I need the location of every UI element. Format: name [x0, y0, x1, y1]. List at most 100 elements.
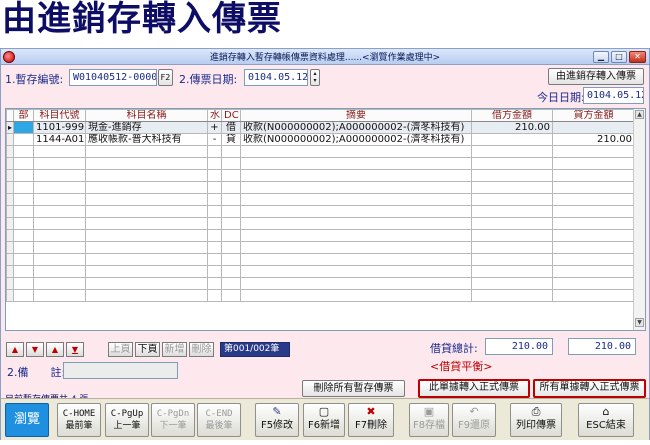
close-button[interactable]: ✕	[629, 51, 646, 63]
cell-account-code[interactable]	[33, 253, 86, 266]
empty-table-row[interactable]	[6, 265, 635, 278]
empty-table-row[interactable]	[6, 277, 635, 290]
cell-debit[interactable]: 210.00	[471, 121, 553, 134]
date-spinner-icon[interactable]: ▴ ▾	[310, 69, 320, 86]
f5-edit-button[interactable]: ✎ F5修改	[255, 403, 299, 437]
cell-debit[interactable]	[471, 181, 553, 194]
cell-dept[interactable]	[13, 265, 34, 278]
cell-dc[interactable]	[221, 193, 241, 206]
previous-row-button[interactable]: ▼	[26, 342, 44, 357]
cell-flag[interactable]: -	[207, 133, 222, 146]
table-row[interactable]: 1144-A01 應收帳款-普大科技有 - 貸收款(N000000002);A0000…	[6, 133, 635, 146]
cell-flag[interactable]	[207, 277, 222, 290]
f7-delete-button[interactable]: ✖ F7刪除	[348, 403, 394, 437]
cell-dept[interactable]	[13, 193, 34, 206]
cell-dept[interactable]	[13, 121, 34, 134]
temp-no-field[interactable]: W01040512-00004	[69, 69, 157, 86]
grid-vertical-scrollbar[interactable]: ▲ ▼	[633, 109, 645, 330]
cell-dept[interactable]	[13, 133, 34, 146]
cell-credit[interactable]	[552, 121, 635, 134]
cell-debit[interactable]	[471, 169, 553, 182]
esc-exit-button[interactable]: ⌂ ESC結束	[578, 403, 634, 437]
cell-account-code[interactable]: 1101-999	[33, 121, 86, 134]
cell-debit[interactable]	[471, 205, 553, 218]
f6-new-button[interactable]: ▢ F6新增	[303, 403, 345, 437]
empty-table-row[interactable]	[6, 241, 635, 254]
cell-credit[interactable]	[552, 289, 635, 302]
cell-debit[interactable]	[471, 265, 553, 278]
cell-account-code[interactable]	[33, 277, 86, 290]
cell-summary[interactable]	[240, 229, 472, 242]
empty-table-row[interactable]	[6, 145, 635, 158]
print-voucher-button[interactable]: ⎙ 列印傳票	[510, 403, 562, 437]
cell-dept[interactable]	[13, 253, 34, 266]
delete-row-button[interactable]: 刪除	[189, 342, 214, 357]
cell-dept[interactable]	[13, 145, 34, 158]
cell-flag[interactable]	[207, 157, 222, 170]
last-record-button[interactable]: C-END 最後筆	[197, 403, 241, 437]
convert-all-vouchers-button[interactable]: 所有單據轉入正式傳票	[533, 379, 646, 398]
cell-summary[interactable]	[240, 289, 472, 302]
cell-debit[interactable]	[471, 253, 553, 266]
cell-credit[interactable]	[552, 193, 635, 206]
cell-dept[interactable]	[13, 217, 34, 230]
cell-dept[interactable]	[13, 289, 34, 302]
next-page-button[interactable]: 下頁	[135, 342, 160, 357]
cell-account-code[interactable]: 1144-A01	[33, 133, 86, 146]
cell-dc[interactable]	[221, 253, 241, 266]
cell-account-name[interactable]: 現金-進銷存	[85, 121, 208, 134]
cell-credit[interactable]	[552, 145, 635, 158]
scroll-up-icon[interactable]: ▲	[635, 110, 644, 119]
cell-account-name[interactable]	[85, 241, 208, 254]
empty-table-row[interactable]	[6, 217, 635, 230]
cell-account-name[interactable]	[85, 265, 208, 278]
f9-restore-button[interactable]: ↶ F9還原	[452, 403, 496, 437]
empty-table-row[interactable]	[6, 229, 635, 242]
cell-credit[interactable]	[552, 265, 635, 278]
cell-summary[interactable]	[240, 253, 472, 266]
cell-debit[interactable]	[471, 277, 553, 290]
cell-debit[interactable]	[471, 193, 553, 206]
cell-account-code[interactable]	[33, 145, 86, 158]
cell-credit[interactable]	[552, 205, 635, 218]
cell-account-name[interactable]	[85, 193, 208, 206]
cell-summary[interactable]	[240, 145, 472, 158]
empty-table-row[interactable]	[6, 205, 635, 218]
voucher-grid[interactable]: 部科目代號 科目名稱水 DC 摘要 借方金額 貸方金額 ▸ 1101-999 現金-進銷存 + 借…	[5, 108, 646, 331]
cell-credit[interactable]	[552, 181, 635, 194]
cell-credit[interactable]	[552, 217, 635, 230]
cell-dc[interactable]	[221, 229, 241, 242]
cell-credit[interactable]	[552, 277, 635, 290]
cell-summary[interactable]	[240, 205, 472, 218]
cell-account-code[interactable]	[33, 193, 86, 206]
cell-dc[interactable]	[221, 157, 241, 170]
maximize-button[interactable]: □	[611, 51, 627, 63]
cell-account-name[interactable]	[85, 145, 208, 158]
cell-debit[interactable]	[471, 217, 553, 230]
last-row-button[interactable]: ▼	[66, 342, 84, 357]
cell-summary[interactable]	[240, 193, 472, 206]
cell-flag[interactable]	[207, 193, 222, 206]
browse-button[interactable]: 瀏覽	[5, 403, 49, 437]
f2-lookup-button[interactable]: F2	[158, 69, 173, 86]
cell-credit[interactable]: 210.00	[552, 133, 635, 146]
cell-account-code[interactable]	[33, 241, 86, 254]
cell-dc[interactable]	[221, 181, 241, 194]
scroll-down-icon[interactable]: ▼	[635, 318, 644, 327]
cell-dc[interactable]	[221, 217, 241, 230]
cell-dc[interactable]	[221, 241, 241, 254]
empty-table-row[interactable]	[6, 169, 635, 182]
cell-flag[interactable]	[207, 241, 222, 254]
cell-flag[interactable]	[207, 145, 222, 158]
cell-debit[interactable]	[471, 241, 553, 254]
cell-dc[interactable]	[221, 277, 241, 290]
cell-flag[interactable]	[207, 205, 222, 218]
cell-account-code[interactable]	[33, 157, 86, 170]
cell-account-code[interactable]	[33, 205, 86, 218]
cell-account-name[interactable]	[85, 157, 208, 170]
cell-account-code[interactable]	[33, 181, 86, 194]
cell-debit[interactable]	[471, 157, 553, 170]
cell-flag[interactable]	[207, 265, 222, 278]
cell-dc[interactable]	[221, 289, 241, 302]
cell-dc[interactable]	[221, 169, 241, 182]
